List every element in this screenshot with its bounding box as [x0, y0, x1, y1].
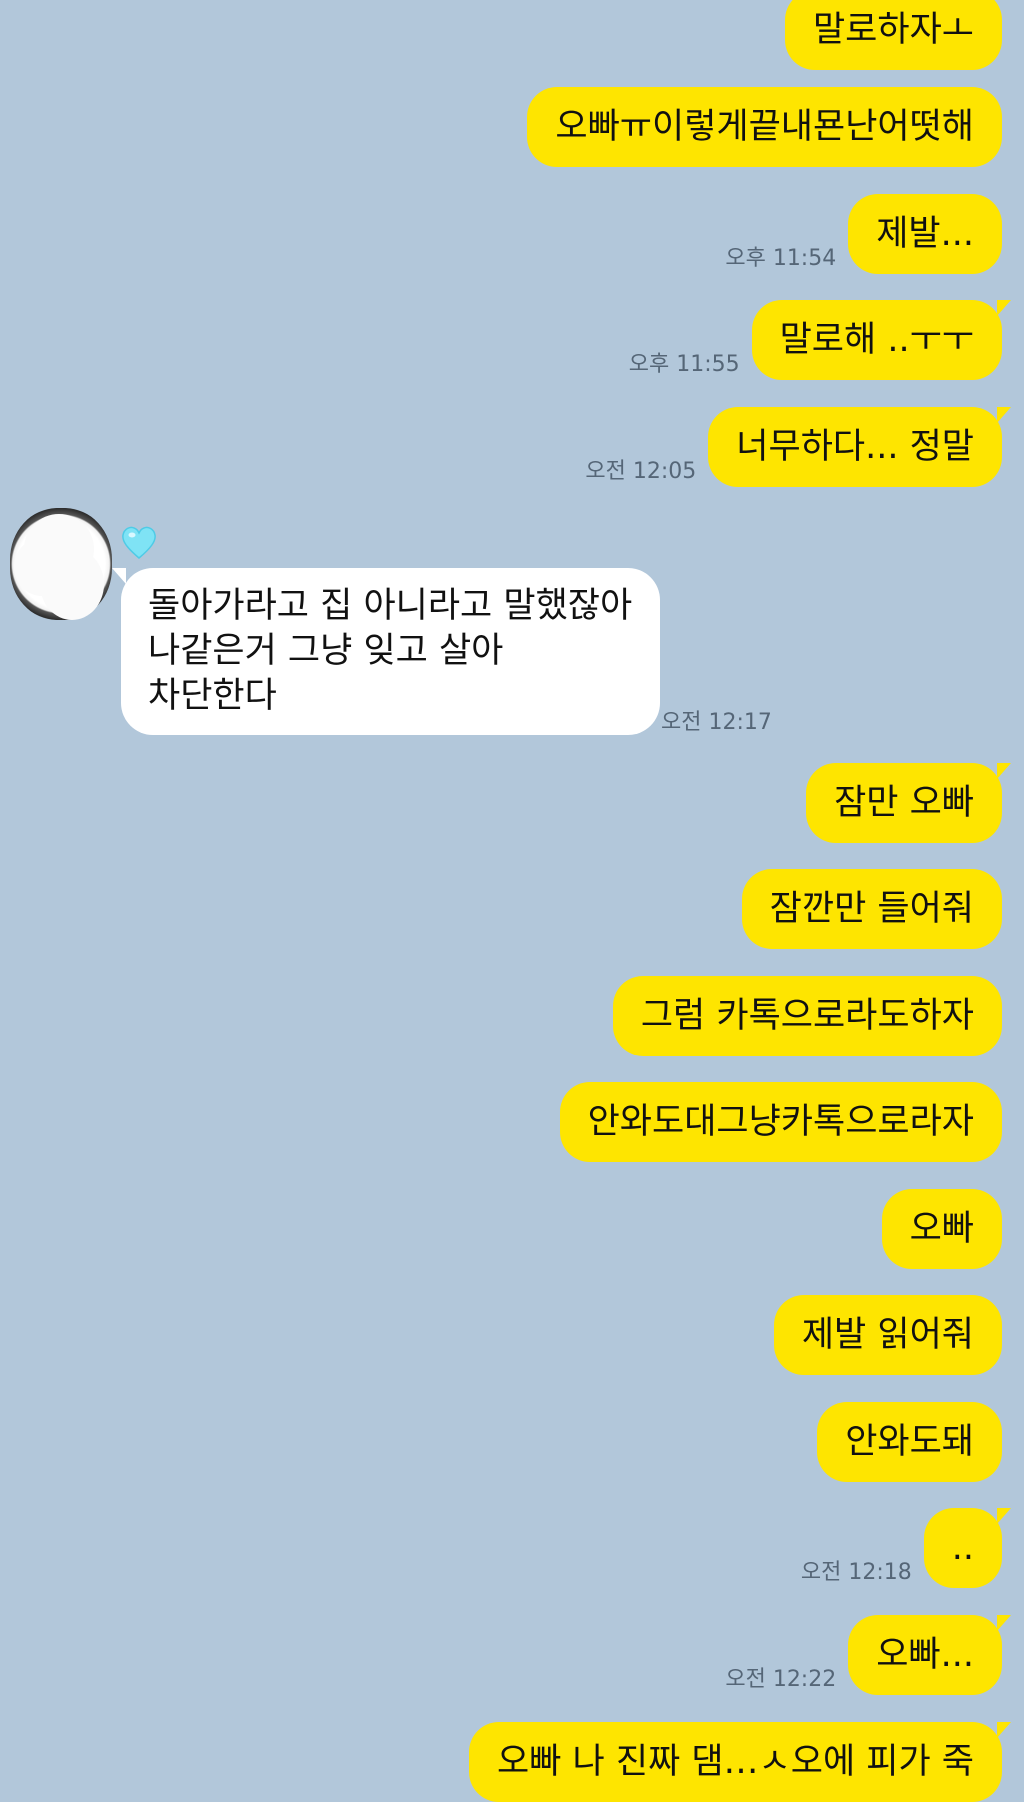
sent-message-bubble[interactable]: 오빠 [881, 1189, 1002, 1269]
sent-message-bubble[interactable]: 안와도대그냥카톡으로라자 [559, 1082, 1002, 1162]
sent-message-bubble[interactable]: 너무하다... 정말 [708, 407, 1011, 487]
message-row-sent: 안와도돼 [805, 1402, 1002, 1482]
sent-message-bubble[interactable]: 잠깐만 들어줘 [741, 869, 1002, 949]
sent-message-bubble[interactable]: 안와도돼 [817, 1402, 1002, 1482]
avatar[interactable] [10, 508, 112, 620]
message-row-sent: 오후 11:55 말로해 ..ㅜㅜ [628, 300, 1012, 380]
sent-message-bubble[interactable]: 잠만 오빠 [806, 763, 1011, 843]
heart-icon [122, 526, 156, 559]
message-row-sent: 잠깐만 들어줘 [730, 869, 1002, 949]
message-row-sent: 오빠ㅠ이렇게끝내묜난어떳해 [515, 87, 1002, 167]
sent-message-bubble[interactable]: 오빠... [848, 1615, 1011, 1695]
message-time: 오후 11:54 [725, 246, 837, 271]
sent-message-bubble[interactable]: .. [923, 1508, 1012, 1588]
message-time: 오전 12:05 [585, 459, 697, 484]
message-row-sent: 잠만 오빠 [794, 763, 1011, 843]
message-time: 오전 12:22 [725, 1667, 837, 1692]
message-time: 오후 11:55 [628, 352, 740, 377]
sent-message-bubble[interactable]: 그럼 카톡으로라도하자 [612, 976, 1002, 1056]
avatar-blur [14, 538, 70, 596]
sent-message-bubble[interactable]: 오빠 나 진짜 댐…ㅅ오에 피가 죽 [468, 1722, 1012, 1802]
sent-message-bubble[interactable]: 제발... [848, 194, 1002, 274]
message-row-sent: 오전 12:18 .. [800, 1508, 1012, 1588]
message-row-received: 돌아가라고 집 아니라고 말했잖아 나같은거 그냥 잊고 살아 차단한다 오전 … [0, 508, 1024, 738]
message-time: 오전 12:18 [800, 1560, 912, 1585]
sent-message-bubble[interactable]: 말로해 ..ㅜㅜ [751, 300, 1012, 380]
message-row-sent: 오전 12:05 너무하다... 정말 [585, 407, 1011, 487]
sent-message-bubble[interactable]: 말로하자ㅗ [784, 0, 1002, 70]
sent-message-bubble[interactable]: 오빠ㅠ이렇게끝내묜난어떳해 [527, 87, 1002, 167]
message-row-sent: 오빠 [870, 1189, 1002, 1269]
message-row-sent: 그럼 카톡으로라도하자 [601, 976, 1002, 1056]
message-row-sent: 말로하자ㅗ [773, 0, 1002, 70]
message-row-sent: 안와도대그냥카톡으로라자 [548, 1082, 1002, 1162]
received-message-bubble[interactable]: 돌아가라고 집 아니라고 말했잖아 나같은거 그냥 잊고 살아 차단한다 [111, 568, 661, 735]
message-row-sent: 오전 12:22 오빠... [725, 1615, 1011, 1695]
chat-area[interactable]: 말로하자ㅗ 오빠ㅠ이렇게끝내묜난어떳해 오후 11:54 제발... 오후 11… [0, 0, 1024, 1802]
message-row-sent: 오빠 나 진짜 댐…ㅅ오에 피가 죽 [457, 1722, 1012, 1802]
sent-message-bubble[interactable]: 제발 읽어줘 [773, 1295, 1002, 1375]
message-time: 오전 12:17 [661, 710, 772, 735]
message-row-sent: 오후 11:54 제발... [725, 194, 1002, 274]
message-row-sent: 제발 읽어줘 [762, 1295, 1002, 1375]
